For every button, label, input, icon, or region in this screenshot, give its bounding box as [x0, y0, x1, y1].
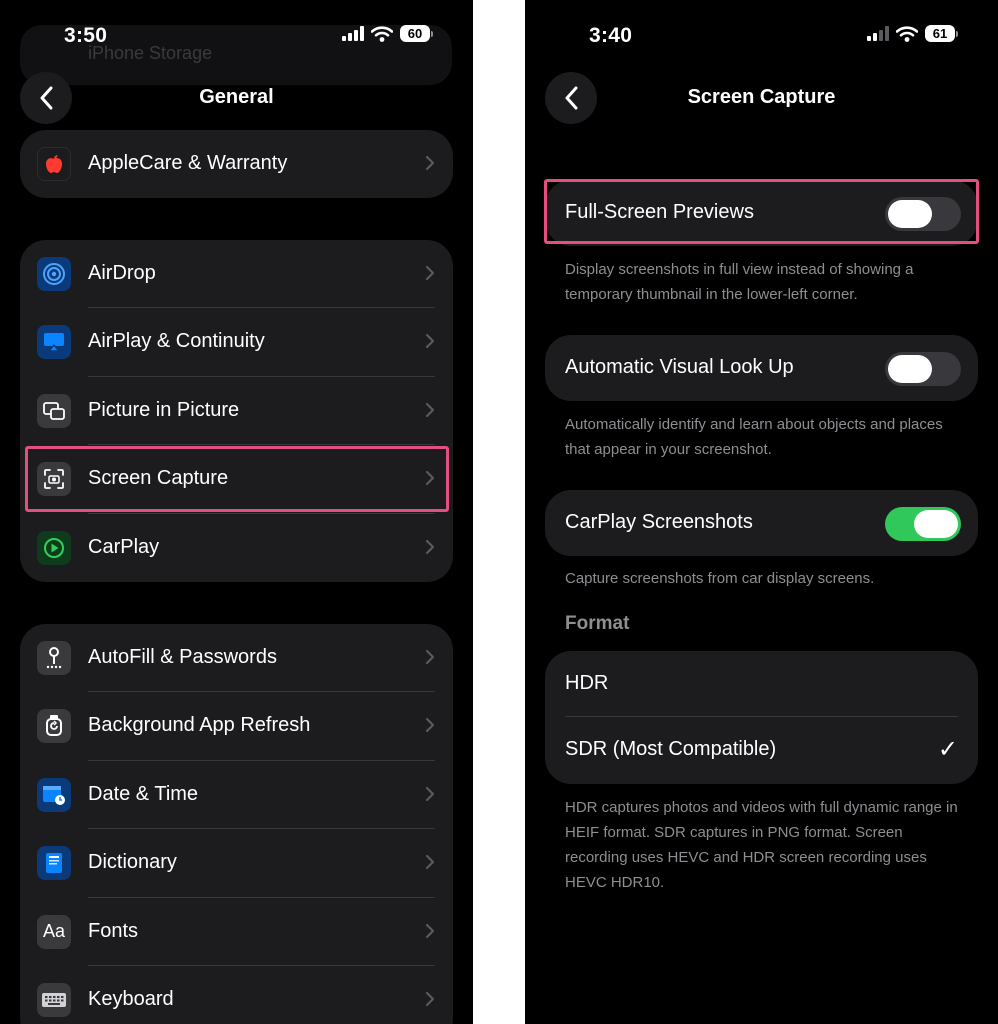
visual-look-up-row: Automatic Visual Look Up	[545, 335, 978, 401]
battery-tip	[431, 30, 433, 37]
status-bar: 3:40 61	[525, 0, 998, 70]
settings-row-fonts[interactable]: Aa Fonts	[20, 898, 453, 966]
row-label: Date & Time	[88, 782, 199, 805]
row-label: Dictionary	[88, 851, 177, 874]
format-option-hdr[interactable]: HDR	[545, 651, 978, 717]
status-time: 3:40	[589, 24, 633, 47]
cellular-signal-icon	[867, 26, 889, 41]
chevron-right-icon	[425, 991, 435, 1007]
general-settings-screen: iPhone Storage 3:50 60 General AppleCare…	[0, 0, 473, 1024]
connectivity-group: AirDrop AirPlay & Continuity Picture in …	[20, 240, 453, 582]
settings-row-dictionary[interactable]: Dictionary	[20, 829, 453, 898]
settings-row-background-app-refresh[interactable]: Background App Refresh	[20, 692, 453, 761]
settings-row-picture-in-picture[interactable]: Picture in Picture	[20, 377, 453, 446]
chevron-right-icon	[425, 265, 435, 281]
settings-row-carplay[interactable]: CarPlay	[20, 514, 453, 582]
status-icons: 60	[342, 25, 433, 42]
row-label: Picture in Picture	[88, 398, 240, 421]
keyboard-icon	[37, 982, 71, 1017]
battery-indicator: 60	[400, 25, 430, 42]
carplay-icon	[37, 530, 71, 565]
battery-tip	[956, 30, 958, 37]
carplay-screenshots-group: CarPlay Screenshots	[545, 490, 978, 556]
carplay-screenshots-row: CarPlay Screenshots	[545, 490, 978, 556]
chevron-right-icon	[425, 855, 435, 870]
wifi-icon	[896, 25, 918, 42]
status-icons: 61	[867, 25, 958, 42]
picture-in-picture-icon	[37, 393, 71, 428]
chevron-right-icon	[425, 649, 435, 665]
settings-row-autofill[interactable]: AutoFill & Passwords	[20, 624, 453, 693]
row-label: AutoFill & Passwords	[88, 646, 277, 668]
row-label: Screen Capture	[88, 467, 229, 490]
battery-indicator: 61	[925, 25, 955, 42]
toggle-knob	[888, 200, 932, 228]
visual-look-up-toggle[interactable]	[885, 352, 961, 386]
refresh-icon	[37, 709, 71, 744]
apple-logo-icon	[37, 147, 71, 181]
format-options-group: HDR SDR (Most Compatible) ✓	[545, 651, 978, 784]
full-screen-previews-row: Full-Screen Previews	[545, 180, 978, 246]
key-icon	[37, 641, 71, 675]
checkmark-icon: ✓	[937, 736, 958, 763]
applecare-group: AppleCare & Warranty	[20, 130, 453, 199]
book-icon	[37, 846, 71, 881]
chevron-right-icon	[425, 923, 435, 938]
format-option-sdr[interactable]: SDR (Most Compatible) ✓	[545, 717, 978, 784]
row-label: CarPlay	[88, 535, 160, 558]
screen-capture-settings-screen: 3:40 61 Screen Capture Full-Screen Previ…	[525, 0, 998, 1024]
airplay-icon	[37, 325, 71, 360]
fonts-icon: Aa	[37, 914, 71, 949]
settings-row-keyboard[interactable]: Keyboard	[20, 966, 453, 1024]
format-footer: HDR captures photos and videos with full…	[565, 799, 958, 891]
settings-row-airplay[interactable]: AirPlay & Continuity	[20, 308, 453, 377]
format-section-header: Format	[565, 613, 630, 634]
chevron-right-icon	[425, 155, 435, 171]
page-title: General	[199, 86, 274, 108]
row-label: Background App Refresh	[88, 714, 311, 737]
full-screen-previews-footer: Display screenshots in full view instead…	[565, 261, 914, 303]
full-screen-previews-toggle[interactable]	[885, 197, 961, 231]
cellular-signal-icon	[342, 26, 364, 41]
status-bar: 3:50 60	[0, 0, 473, 70]
visual-look-up-footer: Automatically identify and learn about o…	[565, 416, 943, 458]
format-option-label: SDR (Most Compatible)	[565, 738, 777, 760]
format-option-label: HDR	[565, 672, 609, 694]
airdrop-icon	[37, 257, 71, 291]
chevron-right-icon	[425, 539, 435, 554]
row-label: AirDrop	[88, 262, 156, 284]
settings-row-airdrop[interactable]: AirDrop	[20, 240, 453, 309]
carplay-screenshots-label: CarPlay Screenshots	[565, 511, 753, 533]
system-group: AutoFill & Passwords Background App Refr…	[20, 624, 453, 1024]
settings-row-date-time[interactable]: Date & Time	[20, 761, 453, 830]
settings-row-applecare[interactable]: AppleCare & Warranty	[20, 130, 453, 198]
chevron-right-icon	[425, 718, 435, 733]
visual-look-up-label: Automatic Visual Look Up	[565, 356, 794, 378]
row-label: Fonts	[88, 919, 139, 942]
chevron-right-icon	[425, 334, 435, 349]
chevron-right-icon	[425, 402, 435, 417]
status-time: 3:50	[64, 24, 108, 47]
page-title: Screen Capture	[687, 86, 836, 108]
chevron-right-icon	[425, 471, 435, 486]
calendar-clock-icon	[37, 777, 71, 812]
toggle-knob	[914, 510, 958, 538]
row-label: AirPlay & Continuity	[88, 330, 265, 353]
wifi-icon	[371, 25, 393, 42]
full-screen-previews-group: Full-Screen Previews	[545, 180, 978, 246]
settings-row-screen-capture[interactable]: Screen Capture	[20, 445, 453, 514]
navigation-bar: General	[0, 70, 473, 128]
camera-viewfinder-icon	[37, 462, 71, 497]
carplay-screenshots-footer: Capture screenshots from car display scr…	[565, 570, 875, 587]
toggle-knob	[888, 355, 932, 383]
visual-look-up-group: Automatic Visual Look Up	[545, 335, 978, 401]
chevron-right-icon	[425, 786, 435, 801]
carplay-screenshots-toggle[interactable]	[885, 507, 961, 541]
row-label: Keyboard	[88, 987, 174, 1010]
full-screen-previews-label: Full-Screen Previews	[565, 201, 754, 223]
row-label: AppleCare & Warranty	[88, 152, 288, 174]
navigation-bar: Screen Capture	[525, 70, 998, 128]
